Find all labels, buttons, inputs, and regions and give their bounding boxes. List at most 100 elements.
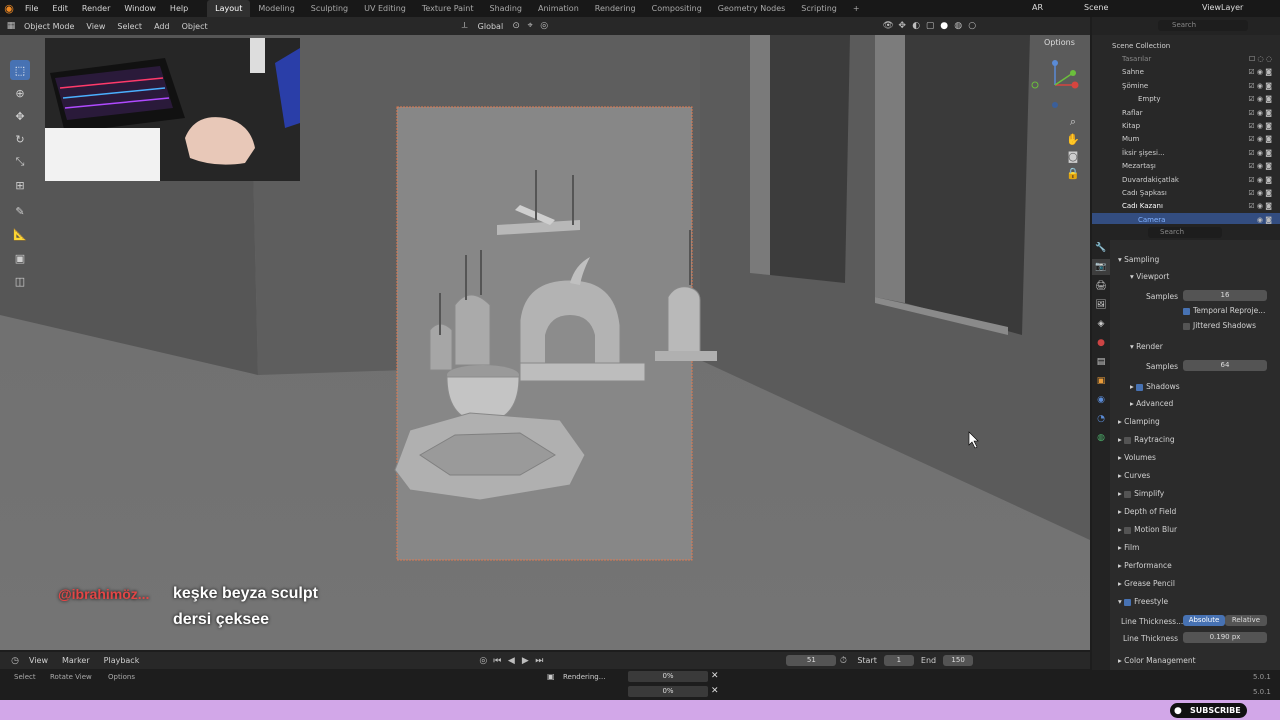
- navigation-gizmo[interactable]: [1025, 55, 1085, 115]
- tab-compositing[interactable]: Compositing: [644, 0, 710, 17]
- jittered-shadows-checkbox[interactable]: Jittered Shadows: [1183, 321, 1280, 330]
- world-tab-icon[interactable]: ●: [1092, 335, 1110, 351]
- section-motion-blur[interactable]: ▸ Motion Blur: [1118, 525, 1272, 534]
- relative-toggle[interactable]: Relative: [1225, 615, 1267, 626]
- object-tab-icon[interactable]: ▣: [1092, 373, 1110, 389]
- viewport-samples-field[interactable]: 16: [1183, 290, 1267, 301]
- rendered-shading-icon[interactable]: ○: [965, 20, 979, 32]
- outliner-item[interactable]: İksir şişesi... ☑ ◉ ◙: [1092, 146, 1280, 159]
- editor-type-icon[interactable]: ▦: [4, 20, 18, 32]
- scene-tab-icon[interactable]: ◈: [1092, 316, 1110, 332]
- section-volumes[interactable]: ▸ Volumes: [1118, 453, 1272, 462]
- tab-layout[interactable]: Layout: [207, 0, 251, 17]
- view-menu[interactable]: View: [80, 22, 111, 31]
- scale-icon[interactable]: ⤡: [10, 152, 30, 172]
- scene-collection-row[interactable]: Scene Collection: [1092, 39, 1280, 52]
- physics-tab-icon[interactable]: ◉: [1092, 392, 1110, 408]
- play-reverse-icon[interactable]: ◀: [504, 655, 518, 667]
- solid-shading-icon[interactable]: ●: [937, 20, 951, 32]
- proportional-edit-icon[interactable]: ◎: [537, 20, 551, 32]
- section-advanced[interactable]: ▸ Advanced: [1130, 399, 1280, 408]
- section-raytracing[interactable]: ▸ Raytracing: [1118, 435, 1272, 444]
- tab-rendering[interactable]: Rendering: [587, 0, 644, 17]
- orientation-icon[interactable]: ⟂: [458, 20, 472, 32]
- tab-animation[interactable]: Animation: [530, 0, 587, 17]
- overlay-icon[interactable]: ◐: [909, 20, 923, 32]
- timeline-playback-menu[interactable]: Playback: [97, 656, 147, 665]
- properties-search-input[interactable]: Search: [1148, 227, 1222, 238]
- tab-shading[interactable]: Shading: [481, 0, 530, 17]
- subscribe-badge[interactable]: ● SUBSCRIBE: [1170, 703, 1247, 718]
- constraints-tab-icon[interactable]: ◔: [1092, 411, 1110, 427]
- menu-help[interactable]: Help: [163, 0, 195, 17]
- current-frame-field[interactable]: 51: [786, 655, 837, 666]
- outliner-toggles[interactable]: ☐ ◌ ◌: [1249, 55, 1272, 63]
- section-performance[interactable]: ▸ Performance: [1118, 561, 1272, 570]
- timeline-view-menu[interactable]: View: [22, 656, 55, 665]
- outliner-item[interactable]: Cadı Kazanı ☑ ◉ ◙: [1092, 200, 1280, 213]
- section-curves[interactable]: ▸ Curves: [1118, 471, 1272, 480]
- view-layer-selector[interactable]: ViewLayer: [1202, 3, 1243, 12]
- tab-geometry-nodes[interactable]: Geometry Nodes: [710, 0, 793, 17]
- outliner-item[interactable]: Raflar ☑ ◉ ◙: [1092, 106, 1280, 119]
- menu-file[interactable]: File: [18, 0, 45, 17]
- data-tab-icon[interactable]: ◍: [1092, 430, 1110, 446]
- select-menu[interactable]: Select: [111, 22, 148, 31]
- transform-icon[interactable]: ⊞: [10, 175, 30, 195]
- add-cube-icon[interactable]: ▣: [10, 248, 30, 268]
- jump-start-icon[interactable]: ⏮: [490, 655, 504, 667]
- blender-logo-icon[interactable]: ◉: [0, 0, 18, 17]
- section-depth-of-field[interactable]: ▸ Depth of Field: [1118, 507, 1272, 516]
- object-mode-dropdown[interactable]: Object Mode: [18, 22, 80, 31]
- outliner-item[interactable]: Kitap ☑ ◉ ◙: [1092, 119, 1280, 132]
- gizmo-icon[interactable]: ✥: [895, 20, 909, 32]
- xray-icon[interactable]: ▢: [923, 20, 937, 32]
- pan-hand-icon[interactable]: ✋: [1066, 132, 1080, 146]
- select-box-icon[interactable]: ⬚: [10, 60, 30, 80]
- camera-view-icon[interactable]: ◙: [1066, 149, 1080, 163]
- add-object-icon[interactable]: ◫: [10, 271, 30, 291]
- section-simplify[interactable]: ▸ Simplify: [1118, 489, 1272, 498]
- cancel-render-2-icon[interactable]: ✕: [711, 686, 719, 696]
- language-label[interactable]: AR: [1032, 3, 1043, 12]
- section-grease-pencil[interactable]: ▸ Grease Pencil: [1118, 579, 1272, 588]
- timeline-marker-menu[interactable]: Marker: [55, 656, 97, 665]
- visibility-icon[interactable]: 👁: [881, 20, 895, 32]
- add-workspace-icon[interactable]: +: [845, 0, 868, 17]
- scene-selector[interactable]: Scene: [1084, 3, 1108, 12]
- outliner-item[interactable]: Empty ☑ ◉ ◙: [1092, 93, 1280, 106]
- section-viewport[interactable]: ▾ Viewport: [1130, 272, 1280, 281]
- section-sampling[interactable]: ▾ Sampling: [1118, 255, 1272, 264]
- zoom-icon[interactable]: ⌕: [1066, 115, 1080, 129]
- outliner-item[interactable]: Cadı Şapkası ☑ ◉ ◙: [1092, 186, 1280, 199]
- timeline-editor-icon[interactable]: ◷: [8, 655, 22, 667]
- outliner-item[interactable]: Mum ☑ ◉ ◙: [1092, 133, 1280, 146]
- menu-render[interactable]: Render: [75, 0, 117, 17]
- outliner-search-input[interactable]: Search: [1158, 20, 1248, 31]
- section-film[interactable]: ▸ Film: [1118, 543, 1272, 552]
- start-frame-field[interactable]: 1: [883, 655, 914, 666]
- line-thickness-field[interactable]: 0.190 px: [1183, 632, 1267, 643]
- section-freestyle[interactable]: ▾ Freestyle: [1118, 597, 1272, 606]
- render-tab-icon[interactable]: 📷: [1092, 259, 1110, 275]
- outliner-item[interactable]: Şömine ☑ ◉ ◙: [1092, 79, 1280, 92]
- view-layer-tab-icon[interactable]: 🖼: [1092, 297, 1110, 313]
- outliner-item[interactable]: Duvardakiçatlak ☑ ◉ ◙: [1092, 173, 1280, 186]
- tab-uv-editing[interactable]: UV Editing: [356, 0, 414, 17]
- cancel-render-1-icon[interactable]: ✕: [711, 671, 719, 681]
- section-color-management[interactable]: ▸ Color Management: [1118, 656, 1272, 665]
- add-menu[interactable]: Add: [148, 22, 176, 31]
- lock-icon[interactable]: 🔒: [1066, 166, 1080, 180]
- preview-range-icon[interactable]: ⏱: [836, 655, 850, 667]
- render-samples-field[interactable]: 64: [1183, 360, 1267, 371]
- section-render[interactable]: ▾ Render: [1130, 342, 1280, 351]
- options-dropdown[interactable]: Options: [1044, 38, 1075, 47]
- section-clamping[interactable]: ▸ Clamping: [1118, 417, 1272, 426]
- menu-edit[interactable]: Edit: [45, 0, 75, 17]
- output-tab-icon[interactable]: 🖨: [1092, 278, 1110, 294]
- tab-texture-paint[interactable]: Texture Paint: [414, 0, 482, 17]
- object-menu[interactable]: Object: [176, 22, 214, 31]
- end-frame-field[interactable]: 150: [943, 655, 974, 666]
- cursor-icon[interactable]: ⊕: [10, 83, 30, 103]
- record-icon[interactable]: ◎: [476, 655, 490, 667]
